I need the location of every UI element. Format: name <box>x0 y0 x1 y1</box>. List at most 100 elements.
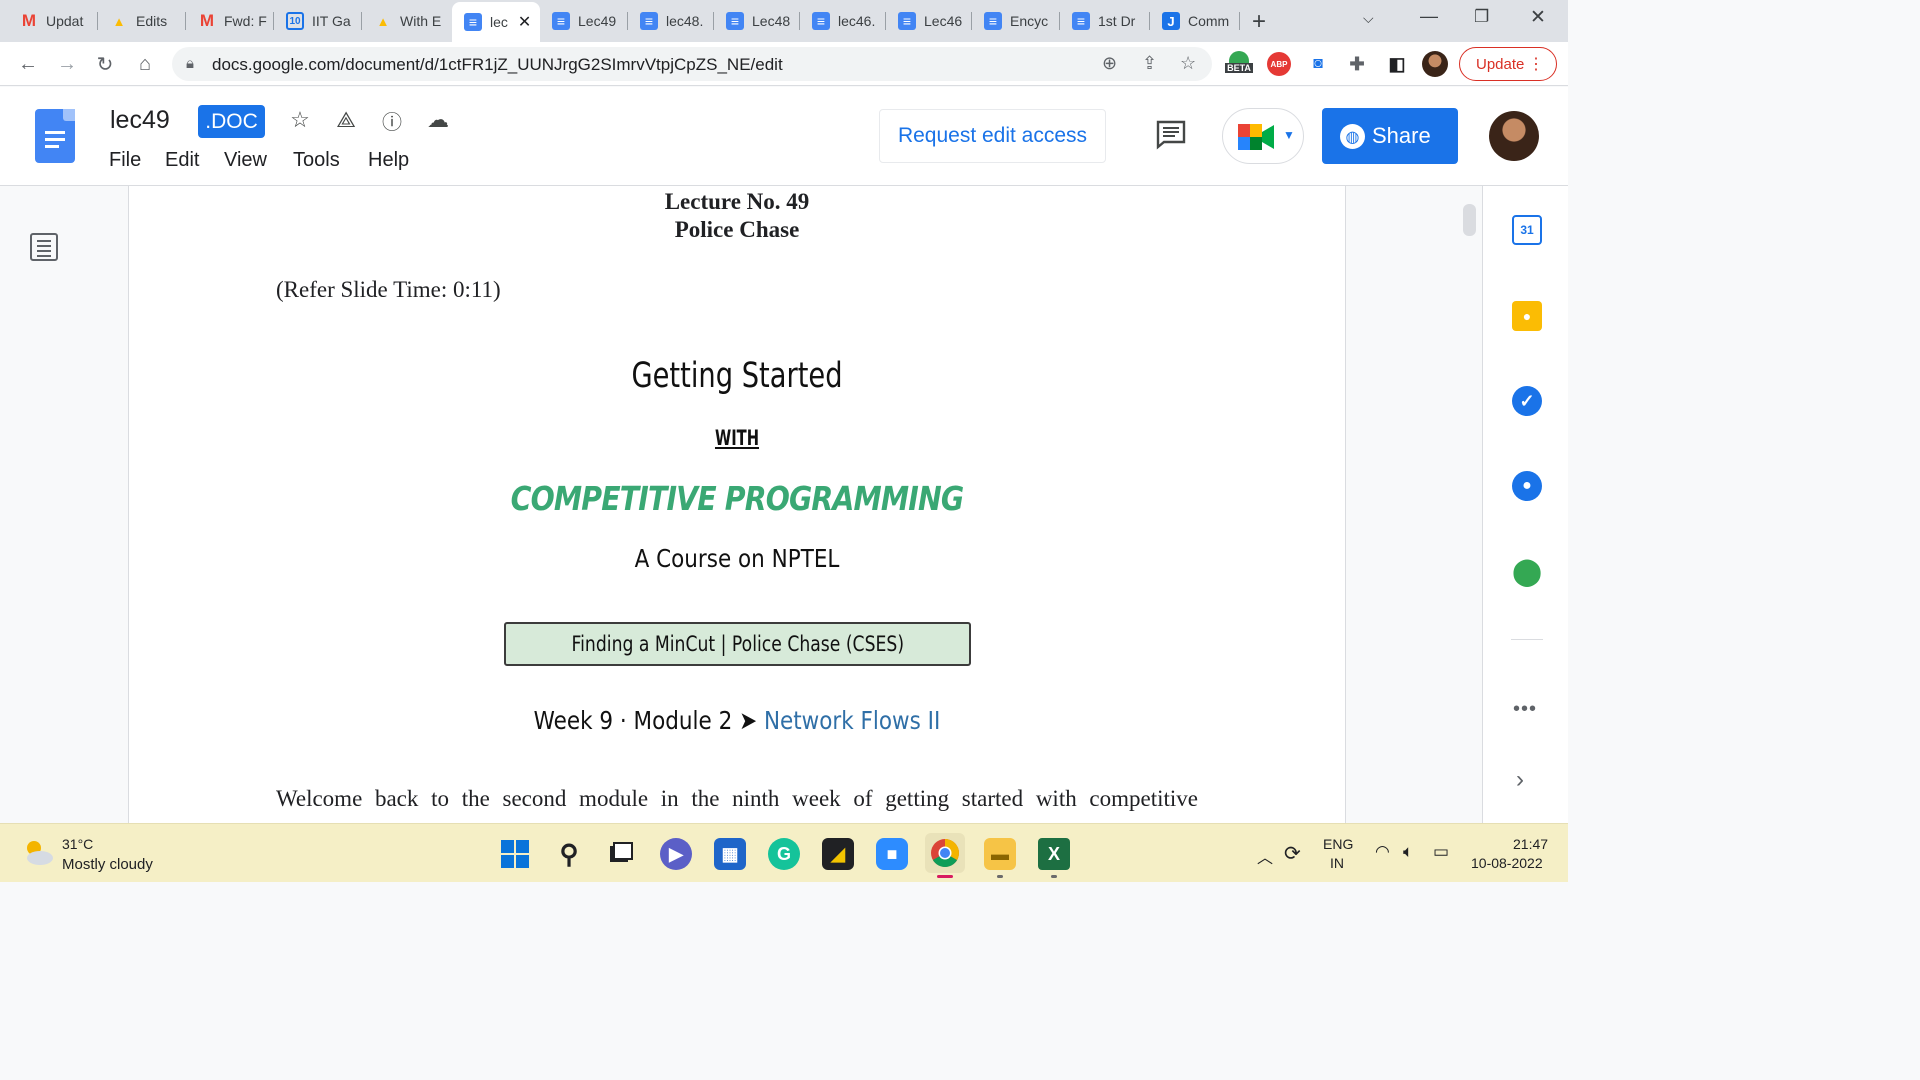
document-title[interactable]: lec49 <box>110 106 170 135</box>
slide-week-link: Network Flows II <box>763 706 941 735</box>
side-panel: 31 ● ✓ ● ⬤ ••• › <box>1482 186 1568 823</box>
menu-view[interactable]: View <box>224 149 267 172</box>
profile-avatar[interactable] <box>1422 51 1448 77</box>
share-button[interactable]: ◍ Share <box>1322 108 1458 164</box>
calendar-icon[interactable]: 31 <box>1512 215 1542 245</box>
browser-tab[interactable]: Lec46 <box>886 4 972 38</box>
browser-tab[interactable]: J Comm <box>1150 4 1240 38</box>
vertical-scrollbar[interactable] <box>1463 204 1476 236</box>
browser-tab[interactable]: 10 IIT Ga <box>274 4 362 38</box>
grammarly-icon[interactable]: G <box>768 838 800 870</box>
menu-help[interactable]: Help <box>368 149 409 172</box>
speaker-muted-icon[interactable]: 🔈︎ <box>1403 842 1413 862</box>
weather-description[interactable]: Mostly cloudy <box>62 856 153 873</box>
teams-chat-icon[interactable]: ▶ <box>660 838 692 870</box>
slide-topic-text: Finding a MinCut | Police Chase (CSES) <box>571 632 904 656</box>
zoom-app-icon[interactable]: ■ <box>876 838 908 870</box>
beta-extension-icon[interactable]: BETA <box>1222 50 1256 74</box>
move-to-drive-icon[interactable]: ⟁ <box>332 106 360 134</box>
language-region[interactable]: IN <box>1330 855 1344 871</box>
document-outline-icon[interactable] <box>30 233 58 261</box>
slide-week-prefix: Week 9 · Module 2 ➤ <box>533 706 764 735</box>
forward-icon[interactable]: → <box>53 50 81 78</box>
store-icon[interactable]: ▦ <box>714 838 746 870</box>
browser-tab[interactable]: ▲ With E <box>362 4 450 38</box>
bookmark-star-icon[interactable]: ☆ <box>1180 53 1196 74</box>
gmail-icon: M <box>21 11 37 30</box>
meet-button[interactable]: ▼ <box>1222 108 1304 164</box>
lock-icon[interactable]: 🔒︎ <box>186 55 194 72</box>
browser-tab[interactable]: Lec49 <box>540 4 628 38</box>
docs-icon <box>898 12 916 30</box>
weather-temperature[interactable]: 31°C <box>62 836 93 852</box>
comments-icon[interactable] <box>1155 118 1187 150</box>
weather-cloud-icon[interactable] <box>22 838 54 866</box>
maps-icon[interactable]: ⬤ <box>1512 556 1542 586</box>
star-icon[interactable]: ☆ <box>286 106 314 134</box>
close-icon[interactable]: ✕ <box>518 12 531 32</box>
browser-tab[interactable]: Encyc <box>972 4 1060 38</box>
browser-tab[interactable]: 1st Dr <box>1060 4 1150 38</box>
browser-tab[interactable]: Lec48 <box>714 4 800 38</box>
browser-tab-active[interactable]: lec✕ <box>452 2 540 42</box>
sticky-notes-icon[interactable]: ◢ <box>822 838 854 870</box>
restore-icon[interactable]: ❐ <box>1474 7 1489 27</box>
adblock-icon[interactable]: ABP <box>1267 52 1291 76</box>
task-view-icon[interactable] <box>605 838 637 870</box>
running-app-indicator <box>997 875 1003 878</box>
clock-date[interactable]: 10-08-2022 <box>1471 855 1543 871</box>
battery-icon[interactable]: ▭ <box>1433 842 1449 862</box>
tab-search-icon[interactable]: ⌵ <box>1363 10 1374 27</box>
back-icon[interactable]: ← <box>14 50 42 78</box>
address-bar[interactable]: 🔒︎ docs.google.com/document/d/1ctFR1jZ_U… <box>172 47 1212 81</box>
document-page[interactable]: Lecture No. 49 Police Chase (Refer Slide… <box>128 186 1346 823</box>
request-edit-access-button[interactable]: Request edit access <box>879 109 1106 163</box>
screen-capture-icon[interactable]: ◙ <box>1307 52 1329 76</box>
language-indicator[interactable]: ENG <box>1323 836 1353 852</box>
browser-tab[interactable]: lec46. <box>800 4 886 38</box>
wifi-icon[interactable]: ◠ <box>1375 842 1390 862</box>
zoom-icon[interactable]: ⊕ <box>1102 53 1117 74</box>
beta-arc-icon <box>1229 51 1249 63</box>
minimize-icon[interactable]: — <box>1420 6 1438 27</box>
slide-with-label: WITH <box>714 426 760 450</box>
slide-subtitle: COMPETITIVE PROGRAMMING <box>510 479 965 518</box>
url-text[interactable]: docs.google.com/document/d/1ctFR1jZ_UUNJ… <box>212 55 783 75</box>
browser-tab[interactable]: lec48. <box>628 4 714 38</box>
tasks-icon[interactable]: ✓ <box>1512 386 1542 416</box>
browser-tab-strip: MUpdat ▲Edits MFwd: F 10IIT Ga ▲With E l… <box>0 0 1568 42</box>
excel-icon[interactable]: X <box>1038 838 1070 870</box>
browser-tab[interactable]: M Updat <box>8 4 98 38</box>
new-tab-icon[interactable]: + <box>1252 8 1266 36</box>
docs-icon <box>984 12 1002 30</box>
browser-tab[interactable]: M Fwd: F <box>186 4 274 38</box>
cloud-saved-icon[interactable]: ☁ <box>424 106 452 134</box>
menu-file[interactable]: File <box>109 149 141 172</box>
kebab-menu-icon[interactable]: ⋮ <box>1528 54 1544 74</box>
extensions-puzzle-icon[interactable]: ✚ <box>1345 52 1369 76</box>
update-button[interactable]: Update ⋮ <box>1459 47 1557 81</box>
menu-tools[interactable]: Tools <box>293 149 340 172</box>
tray-overflow-chevron-icon[interactable]: ︿ <box>1257 844 1273 868</box>
clock-time[interactable]: 21:47 <box>1513 836 1548 852</box>
window-close-icon[interactable]: ✕ <box>1530 6 1546 29</box>
gmail-icon: M <box>199 11 215 30</box>
chevron-right-icon[interactable]: › <box>1516 766 1524 794</box>
browser-tab[interactable]: ▲ Edits <box>98 4 186 38</box>
keep-icon[interactable]: ● <box>1512 301 1542 331</box>
docs-logo-icon[interactable] <box>35 109 75 163</box>
search-icon[interactable]: ⚲ <box>553 838 585 870</box>
start-icon[interactable] <box>499 838 531 870</box>
contacts-icon[interactable]: ● <box>1512 471 1542 501</box>
account-avatar[interactable] <box>1489 111 1539 161</box>
info-icon[interactable]: ⓘ <box>378 106 406 134</box>
file-explorer-icon[interactable]: ▬ <box>984 838 1016 870</box>
home-icon[interactable]: ⌂ <box>131 50 159 78</box>
share-page-icon[interactable]: ⇪ <box>1142 53 1157 74</box>
more-icon[interactable]: ••• <box>1513 698 1537 721</box>
sync-icon[interactable]: ⟳ <box>1284 841 1301 866</box>
side-panel-icon[interactable]: ◧ <box>1385 52 1409 76</box>
chrome-icon[interactable] <box>925 833 965 873</box>
menu-edit[interactable]: Edit <box>165 149 199 172</box>
reload-icon[interactable]: ↻ <box>91 50 119 78</box>
